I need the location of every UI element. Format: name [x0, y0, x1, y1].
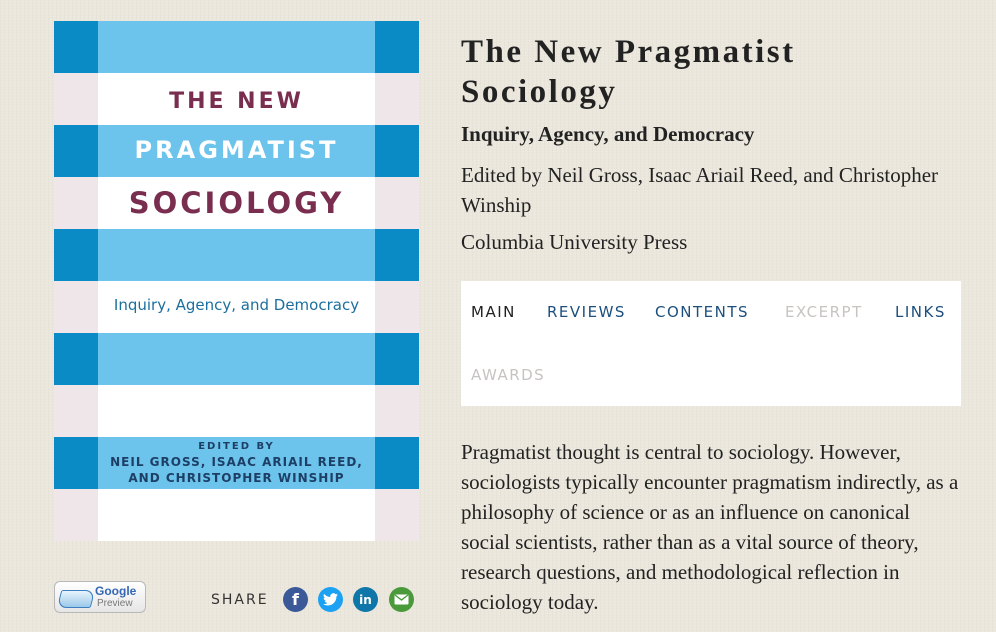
cover-editor-names: NEIL GROSS, ISAAC ARIAIL REED,	[110, 455, 363, 469]
tab-awards: AWARDS	[471, 366, 546, 384]
tab-main[interactable]: MAIN	[471, 303, 516, 321]
book-subtitle: Inquiry, Agency, and Democracy	[461, 122, 755, 146]
book-editors: Edited by Neil Gross, Isaac Ariail Reed,…	[461, 163, 939, 217]
book-title: The New Pragmatist Sociology	[461, 34, 796, 110]
share-label: SHARE	[211, 592, 269, 608]
google-preview-button[interactable]: Google Preview	[54, 581, 146, 613]
email-icon[interactable]	[389, 587, 414, 612]
book-tabs: MAIN REVIEWS CONTENTS EXCERPT LINKS AWAR…	[461, 281, 961, 406]
cover-title-line3: SOCIOLOGY	[128, 186, 345, 220]
cover-title-line1: THE NEW	[169, 89, 304, 114]
tab-excerpt: EXCERPT	[785, 303, 863, 321]
facebook-icon[interactable]: f	[283, 587, 308, 612]
cover-edited-by: EDITED BY	[198, 441, 275, 452]
cover-editor-names: AND CHRISTOPHER WINSHIP	[128, 471, 345, 485]
google-preview-brand: Google	[95, 584, 137, 598]
book-icon	[56, 590, 96, 608]
google-preview-label: Preview	[97, 598, 133, 609]
tab-links[interactable]: LINKS	[895, 303, 946, 321]
twitter-icon[interactable]	[318, 587, 343, 612]
book-publisher: Columbia University Press	[461, 230, 688, 254]
cover-subtitle: Inquiry, Agency, and Democracy	[113, 296, 360, 314]
book-description: Pragmatist thought is central to sociolo…	[461, 440, 959, 614]
book-cover-image: THE NEW PRAGMATIST SOCIOLOGY Inquiry, Ag…	[54, 21, 419, 541]
linkedin-icon[interactable]: in	[353, 587, 378, 612]
tab-contents[interactable]: CONTENTS	[655, 303, 749, 321]
tab-reviews[interactable]: REVIEWS	[547, 303, 626, 321]
cover-title-line2: PRAGMATIST	[134, 136, 339, 164]
